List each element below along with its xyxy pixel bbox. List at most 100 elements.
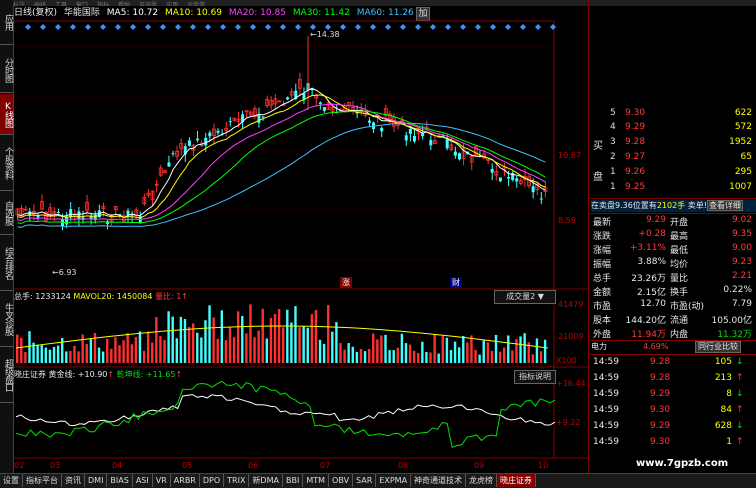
- industry-compare-button[interactable]: 同行业比较: [695, 341, 741, 353]
- up-arrow-icon: ↑: [736, 437, 744, 447]
- volume-bar: [490, 350, 494, 363]
- tick-row: 14:59 9.30 84 ↑: [593, 405, 744, 415]
- bottom-tab-6[interactable]: VR: [153, 474, 171, 487]
- bottom-tab-3[interactable]: DMI: [85, 474, 108, 487]
- volume-bar: [412, 350, 416, 363]
- volume-bar: [302, 326, 305, 363]
- signal-diamond-icon: [445, 24, 451, 30]
- candle-body: [126, 210, 130, 215]
- order-book-row[interactable]: 3 9.28 1952: [590, 137, 756, 150]
- volume-bar: [457, 347, 461, 363]
- volume-bar: [277, 309, 281, 363]
- up-arrow-icon: ↑: [736, 405, 744, 415]
- signal-diamond-icon: [340, 24, 346, 30]
- signal-diamond-icon: [505, 24, 511, 30]
- candle-body: [286, 97, 290, 100]
- candle-body: [531, 186, 535, 193]
- volume-bar: [253, 337, 256, 363]
- volume-bar: [81, 334, 84, 363]
- quote-row: 最新 9.29 开盘 9.02: [593, 215, 752, 228]
- volume-bar: [273, 314, 277, 363]
- signal-diamond-icon: [370, 24, 376, 30]
- volume-indicator-dropdown[interactable]: 成交量2 ▼: [494, 290, 556, 304]
- volume-bar: [159, 336, 162, 363]
- bottom-tab-13[interactable]: OBV: [329, 474, 354, 487]
- up-arrow-icon: ↑: [107, 370, 115, 379]
- volume-tick-top: 41479: [558, 300, 584, 309]
- volume-bar: [126, 333, 129, 363]
- tick-row: 14:59 9.28 213 ↑: [593, 373, 744, 383]
- bottom-tab-16[interactable]: 神奇通道技术: [411, 474, 467, 487]
- volume-bar: [16, 334, 19, 363]
- bottom-tab-14[interactable]: SAR: [353, 474, 377, 487]
- volume-bar: [466, 342, 469, 363]
- candle-body: [167, 162, 171, 167]
- bottom-tab-11[interactable]: BBI: [283, 474, 304, 487]
- watermark: www.7gpzb.com: [636, 458, 729, 469]
- bottom-tab-1[interactable]: 指标平台: [23, 474, 62, 487]
- signal-diamond-icon: [85, 24, 91, 30]
- indicator-name: 晓庄证券: [14, 370, 46, 379]
- volume-bar: [519, 336, 522, 363]
- bottom-tab-5[interactable]: ASI: [133, 474, 153, 487]
- volume-bar: [384, 334, 387, 363]
- candle-body: [77, 211, 81, 219]
- event-marker-finance[interactable]: 财: [450, 277, 462, 288]
- signal-diamond-icon: [295, 24, 301, 30]
- bottom-tab-17[interactable]: 龙虎榜: [466, 474, 498, 487]
- volume-bar: [372, 333, 375, 363]
- order-book-row[interactable]: 1 9.25 1007: [590, 182, 756, 195]
- bottom-tab-4[interactable]: BIAS: [107, 474, 133, 487]
- indicator-help-button[interactable]: 指标说明: [514, 370, 556, 384]
- x-axis-label: 10: [538, 461, 549, 470]
- volume-bar: [163, 339, 166, 363]
- separator: [590, 198, 756, 199]
- order-book-row[interactable]: 2 9.27 65: [590, 152, 756, 165]
- bottom-tab-9[interactable]: TRIX: [224, 474, 250, 487]
- candle-body: [408, 129, 412, 134]
- industry-name: 电力: [591, 342, 607, 351]
- candle-body: [56, 211, 60, 213]
- volume-bar: [417, 353, 420, 363]
- volume-bar: [535, 338, 539, 363]
- candle-body: [208, 132, 212, 137]
- bottom-tab-2[interactable]: 资讯: [62, 474, 85, 487]
- volume-bar: [502, 347, 506, 363]
- volume-bar: [114, 337, 117, 363]
- volume-bar: [200, 337, 203, 363]
- bottom-tab-0[interactable]: 设置: [0, 474, 23, 487]
- candle-body: [277, 100, 282, 103]
- order-book-row[interactable]: 1 9.26 295: [590, 167, 756, 180]
- tick-row: 14:59 9.28 105 ↓: [593, 357, 744, 367]
- bottom-tab-10[interactable]: 新DMA: [249, 474, 283, 487]
- order-book-row[interactable]: 4 9.29 572: [590, 122, 756, 135]
- signal-diamond-icon: [205, 24, 211, 30]
- volume-bar: [56, 345, 60, 363]
- volume-bar: [245, 333, 248, 363]
- sell-alert-bar[interactable]: 在卖盘9.36位置有2102手 卖单! 查看详细: [591, 200, 756, 212]
- signal-diamond-icon: [415, 24, 421, 30]
- volume-bar: [310, 314, 314, 363]
- view-detail-button[interactable]: 查看详细: [706, 200, 743, 211]
- bottom-tab-15[interactable]: EXPMA: [376, 474, 412, 487]
- candle-body: [490, 168, 494, 173]
- volume-bar: [224, 340, 228, 363]
- tick-row: 14:59 9.29 8 ↓: [593, 389, 744, 399]
- order-sell-top: 5 9.30 622: [610, 108, 752, 118]
- volume-bar: [85, 344, 88, 363]
- industry-bar: 电力 4.69% 同行业比较: [591, 341, 756, 353]
- volume-bar: [142, 350, 146, 363]
- volume-bar: [367, 348, 371, 363]
- volume-bar: [425, 351, 428, 363]
- down-arrow-icon: ↓: [736, 389, 744, 399]
- bottom-tab-12[interactable]: MTM: [303, 474, 330, 487]
- candle-body: [318, 102, 322, 105]
- down-arrow-icon: ↓: [736, 421, 744, 431]
- volume-bar: [208, 305, 211, 363]
- bottom-tab-7[interactable]: ARBR: [171, 474, 200, 487]
- bottom-tab-8[interactable]: DPO: [200, 474, 225, 487]
- signal-diamond-icon: [40, 24, 46, 30]
- event-marker-rise[interactable]: 涨: [340, 277, 352, 288]
- bottom-tab-18[interactable]: 晓庄证券: [497, 474, 537, 487]
- candle-body: [228, 121, 232, 123]
